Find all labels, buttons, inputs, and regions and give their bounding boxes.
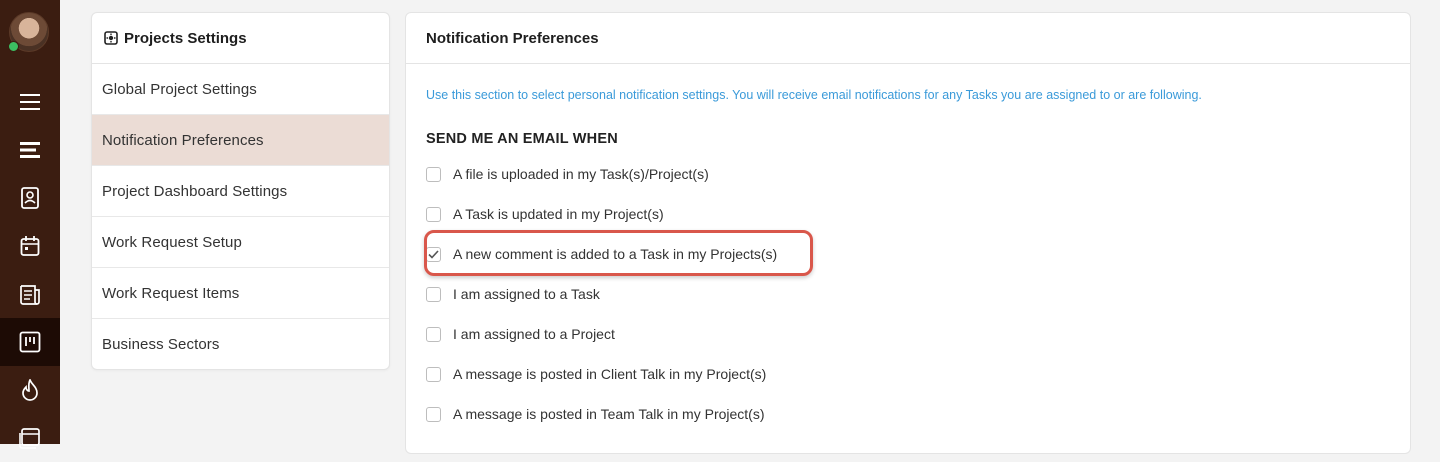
menu-title: Projects Settings [92,13,389,64]
option-task-updated[interactable]: A Task is updated in my Project(s) [426,203,664,225]
panel-title: Notification Preferences [406,13,1410,64]
nav-fire[interactable] [0,366,60,414]
option-file-uploaded[interactable]: A file is uploaded in my Task(s)/Project… [426,163,709,185]
nav-list[interactable] [0,126,60,174]
menu-item-global-project-settings[interactable]: Global Project Settings [92,64,389,115]
section-heading: SEND ME AN EMAIL WHEN [426,131,618,147]
menu-title-text: Projects Settings [124,29,247,47]
checkbox[interactable] [426,286,441,302]
fire-icon [22,379,38,401]
checkbox[interactable] [426,406,441,422]
menu-item-notification-preferences[interactable]: Notification Preferences [92,115,389,166]
checkbox[interactable] [426,166,441,182]
documents-icon [20,285,40,305]
menu-item-business-sectors[interactable]: Business Sectors [92,319,389,369]
option-label: A message is posted in Team Talk in my P… [453,406,765,422]
online-status-dot [8,41,19,52]
option-new-comment[interactable]: A new comment is added to a Task in my P… [424,230,813,276]
nav-contacts[interactable] [0,174,60,222]
option-assigned-task[interactable]: I am assigned to a Task [426,283,600,305]
menu-toggle-button[interactable] [0,78,60,126]
list-icon [20,142,40,158]
option-assigned-project[interactable]: I am assigned to a Project [426,323,615,345]
checkbox[interactable] [426,326,441,342]
calendar-icon [20,236,40,256]
contacts-icon [21,187,39,209]
hamburger-icon [20,94,40,110]
option-client-talk[interactable]: A message is posted in Client Talk in my… [426,363,766,385]
checkbox[interactable] [426,206,441,222]
user-area [0,0,60,76]
menu-item-work-request-setup[interactable]: Work Request Setup [92,217,389,268]
settings-icon [104,31,118,45]
option-team-talk[interactable]: A message is posted in Team Talk in my P… [426,403,765,425]
checkbox-checked[interactable] [426,246,441,262]
notification-preferences-panel: Notification Preferences Use this sectio… [405,12,1411,454]
nav-documents[interactable] [0,270,60,318]
menu-item-work-request-items[interactable]: Work Request Items [92,268,389,319]
option-label: A message is posted in Client Talk in my… [453,366,767,382]
option-label: I am assigned to a Project [453,326,615,342]
nav-browser[interactable] [0,414,60,462]
app-rail [0,0,60,449]
projects-board-icon [19,331,41,353]
checkbox[interactable] [426,366,441,382]
info-text: Use this section to select personal noti… [426,88,1202,102]
nav-projects[interactable] [0,318,60,366]
option-label: I am assigned to a Task [453,286,600,302]
option-label: A file is uploaded in my Task(s)/Project… [453,166,709,182]
checkmark-icon [428,249,439,259]
option-label: A new comment is added to a Task in my P… [453,246,778,262]
nav-calendar[interactable] [0,222,60,270]
projects-settings-menu: Projects Settings Global Project Setting… [91,12,390,370]
browser-icon [19,428,40,449]
menu-item-project-dashboard-settings[interactable]: Project Dashboard Settings [92,166,389,217]
option-label: A Task is updated in my Project(s) [453,206,664,222]
